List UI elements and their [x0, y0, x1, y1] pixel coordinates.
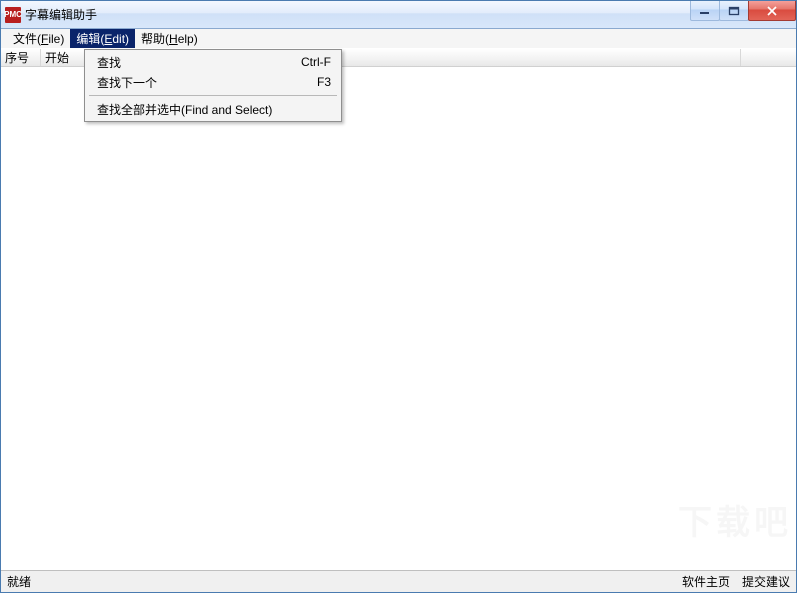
menu-help-label-part2: elp) — [178, 32, 198, 46]
menu-item-find-select[interactable]: 查找全部并选中(Find and Select) — [87, 99, 339, 119]
titlebar: PMC 字幕编辑助手 — [1, 1, 796, 29]
menu-file-label-part1: 文件( — [13, 30, 41, 47]
menubar: 文件(File) 编辑(Edit) 帮助(Help) — [1, 29, 796, 49]
status-homepage-link[interactable]: 软件主页 — [682, 573, 730, 590]
close-button[interactable] — [748, 1, 796, 21]
menu-edit-label-part2: dit) — [112, 32, 129, 46]
menu-help-label-part1: 帮助( — [141, 30, 169, 47]
status-ready: 就绪 — [7, 573, 31, 590]
menu-separator — [89, 95, 337, 96]
statusbar: 就绪 软件主页 提交建议 — [1, 570, 796, 592]
menu-item-find-label: 查找 — [97, 54, 277, 71]
menu-edit[interactable]: 编辑(Edit) — [70, 29, 135, 48]
menu-item-find-next[interactable]: 查找下一个 F3 — [87, 72, 339, 92]
watermark: 下载吧 — [678, 495, 792, 544]
menu-help-mnemonic: H — [169, 32, 178, 46]
menu-file[interactable]: 文件(File) — [7, 29, 70, 48]
app-icon: PMC — [5, 7, 21, 23]
edit-dropdown-menu: 查找 Ctrl-F 查找下一个 F3 查找全部并选中(Find and Sele… — [84, 49, 342, 122]
content-area: 下载吧 — [1, 67, 796, 570]
minimize-button[interactable] — [690, 1, 720, 21]
menu-edit-label-part1: 编辑( — [76, 30, 104, 47]
menu-item-find-select-label: 查找全部并选中(Find and Select) — [97, 101, 331, 118]
window-title: 字幕编辑助手 — [25, 6, 97, 23]
close-icon — [765, 6, 779, 16]
window-controls — [691, 1, 796, 21]
menu-item-find-next-shortcut: F3 — [317, 75, 331, 89]
menu-item-find-shortcut: Ctrl-F — [301, 55, 331, 69]
menu-item-find-next-label: 查找下一个 — [97, 74, 293, 91]
app-window: PMC 字幕编辑助手 文件( — [0, 0, 797, 593]
status-feedback-link[interactable]: 提交建议 — [742, 573, 790, 590]
minimize-icon — [699, 6, 711, 16]
column-header-number[interactable]: 序号 — [1, 49, 41, 66]
menu-edit-mnemonic: E — [104, 32, 112, 46]
menu-file-label-part2: ile) — [48, 32, 64, 46]
maximize-icon — [728, 6, 740, 16]
menu-help[interactable]: 帮助(Help) — [135, 29, 204, 48]
menu-file-mnemonic: F — [41, 32, 48, 46]
maximize-button[interactable] — [719, 1, 749, 21]
menu-item-find[interactable]: 查找 Ctrl-F — [87, 52, 339, 72]
